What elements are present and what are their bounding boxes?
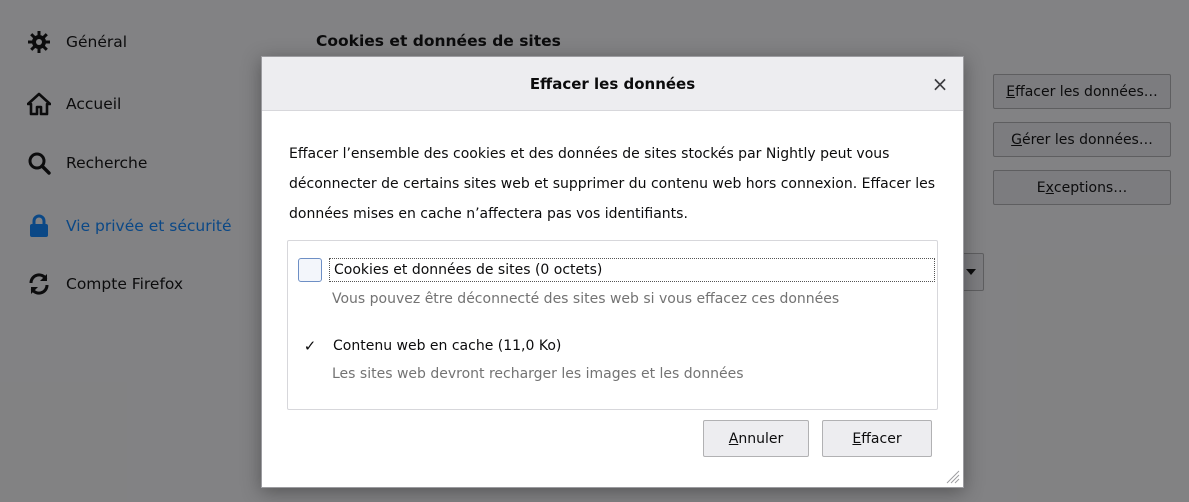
cookies-checkbox[interactable] xyxy=(298,258,322,282)
cookies-option-sublabel: Vous pouvez être déconnecté des sites we… xyxy=(332,291,840,307)
options-box: Cookies et données de sites (0 octets) V… xyxy=(287,240,938,410)
resize-grip-icon[interactable] xyxy=(946,470,960,484)
clear-data-dialog: Effacer les données × Effacer l’ensemble… xyxy=(261,56,964,488)
dialog-title: Effacer les données xyxy=(529,75,696,93)
cookies-option-label: Cookies et données de sites (0 octets) xyxy=(334,262,603,278)
cache-checkbox[interactable]: ✓ xyxy=(298,334,322,358)
cancel-button[interactable]: Annuler xyxy=(703,420,809,457)
cache-option-label: Contenu web en cache (11,0 Ko) xyxy=(333,338,562,354)
dialog-description: Effacer l’ensemble des cookies et des do… xyxy=(289,146,936,222)
clear-button[interactable]: Effacer xyxy=(822,420,932,457)
cookies-option[interactable]: Cookies et données de sites (0 octets) xyxy=(298,258,935,282)
checkmark-icon: ✓ xyxy=(303,337,317,355)
close-icon[interactable]: × xyxy=(927,71,953,97)
cache-option[interactable]: ✓ Contenu web en cache (11,0 Ko) xyxy=(298,334,562,358)
cache-option-sublabel: Les sites web devront recharger les imag… xyxy=(332,366,744,382)
